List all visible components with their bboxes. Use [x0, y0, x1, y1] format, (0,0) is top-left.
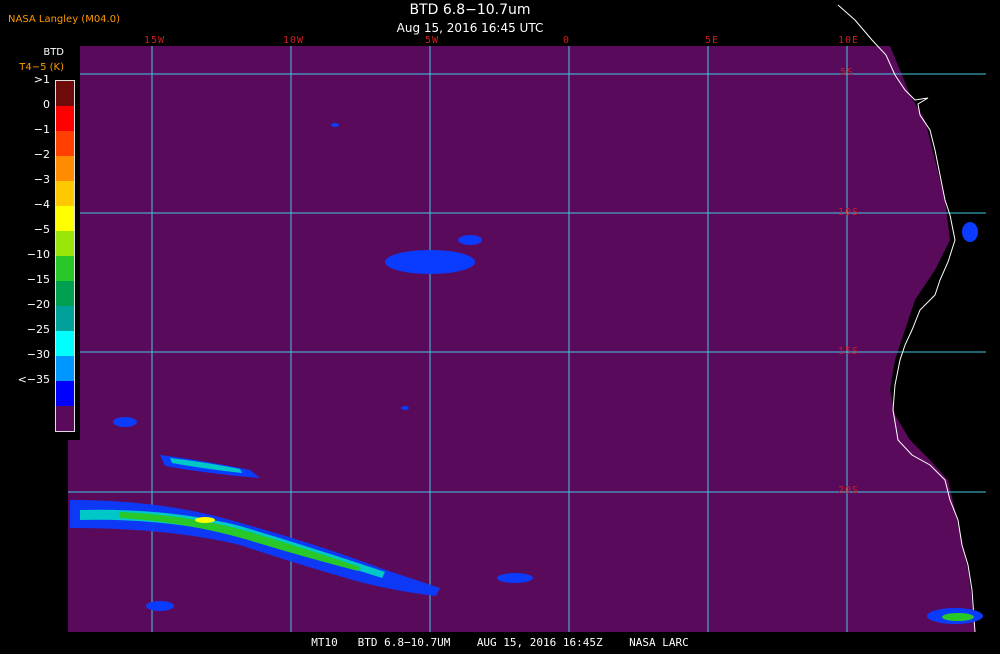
cloud-patch	[962, 222, 978, 242]
legend-swatch	[56, 381, 74, 406]
legend-swatch	[56, 106, 74, 131]
legend-label: <−35	[17, 373, 50, 386]
cloud-patch	[385, 250, 475, 274]
longitude-label: 15W	[144, 35, 166, 46]
cloud-patch	[942, 613, 974, 621]
legend-swatch	[56, 131, 74, 156]
legend-label: −4	[33, 198, 50, 211]
legend-title: BTD	[43, 47, 64, 58]
legend-unit: T4−5 (K)	[19, 62, 64, 73]
legend-label: −2	[33, 148, 50, 161]
cloud-patch	[497, 573, 533, 583]
cloud-patch	[458, 235, 482, 245]
legend-label: −20	[26, 298, 50, 311]
latitude-label: 5S	[840, 67, 855, 78]
legend-label: −5	[33, 223, 50, 236]
latitude-label: 10S	[838, 207, 860, 218]
latitude-label: 15S	[838, 346, 860, 357]
longitude-label: 10E	[838, 35, 860, 46]
legend-swatch	[56, 256, 74, 281]
cloud-band-warm	[195, 517, 215, 523]
cloud-patch	[113, 417, 137, 427]
legend-color-bar	[55, 80, 75, 432]
legend-swatch	[56, 231, 74, 256]
map-timestamp: Aug 15, 2016 16:45 UTC	[396, 21, 544, 35]
legend-label: −30	[26, 348, 50, 361]
cloud-patch	[401, 406, 409, 410]
legend-swatch	[56, 206, 74, 231]
legend-swatch	[56, 81, 74, 106]
legend-label: −15	[26, 273, 50, 286]
legend-swatch	[56, 181, 74, 206]
legend-swatch	[56, 331, 74, 356]
source-label: NASA Langley (M04.0)	[8, 14, 120, 25]
latitude-label: 20S	[838, 485, 860, 496]
cloud-patch	[331, 123, 339, 127]
legend-label: −1	[33, 123, 50, 136]
imagery-area	[68, 46, 986, 632]
longitude-label: 10W	[283, 35, 305, 46]
longitude-label: 5E	[705, 35, 720, 46]
map-canvas	[0, 0, 1000, 650]
legend-swatch	[56, 156, 74, 181]
satellite-map: BTD 6.8−10.7um Aug 15, 2016 16:45 UTC NA…	[0, 0, 1000, 650]
longitude-label: 5W	[425, 35, 440, 46]
longitude-label: 0	[563, 35, 571, 46]
legend-label: −25	[26, 323, 50, 336]
legend-swatch	[56, 306, 74, 331]
map-title: BTD 6.8−10.7um	[409, 2, 531, 18]
legend-label: −10	[26, 248, 50, 261]
legend-label: −3	[33, 173, 50, 186]
legend-label: >1	[33, 73, 50, 86]
color-legend: BTD T4−5 (K) >1 0 −1 −2 −3 −4 −5 −10 −15 −20 −25 −3…	[0, 44, 80, 440]
legend-swatch	[56, 281, 74, 306]
legend-swatch	[56, 356, 74, 381]
legend-label: 0	[43, 98, 50, 111]
footer-caption: MT10 BTD 6.8−10.7UM AUG 15, 2016 16:45Z …	[0, 635, 1000, 650]
cloud-patch	[146, 601, 174, 611]
legend-swatch	[56, 406, 74, 431]
